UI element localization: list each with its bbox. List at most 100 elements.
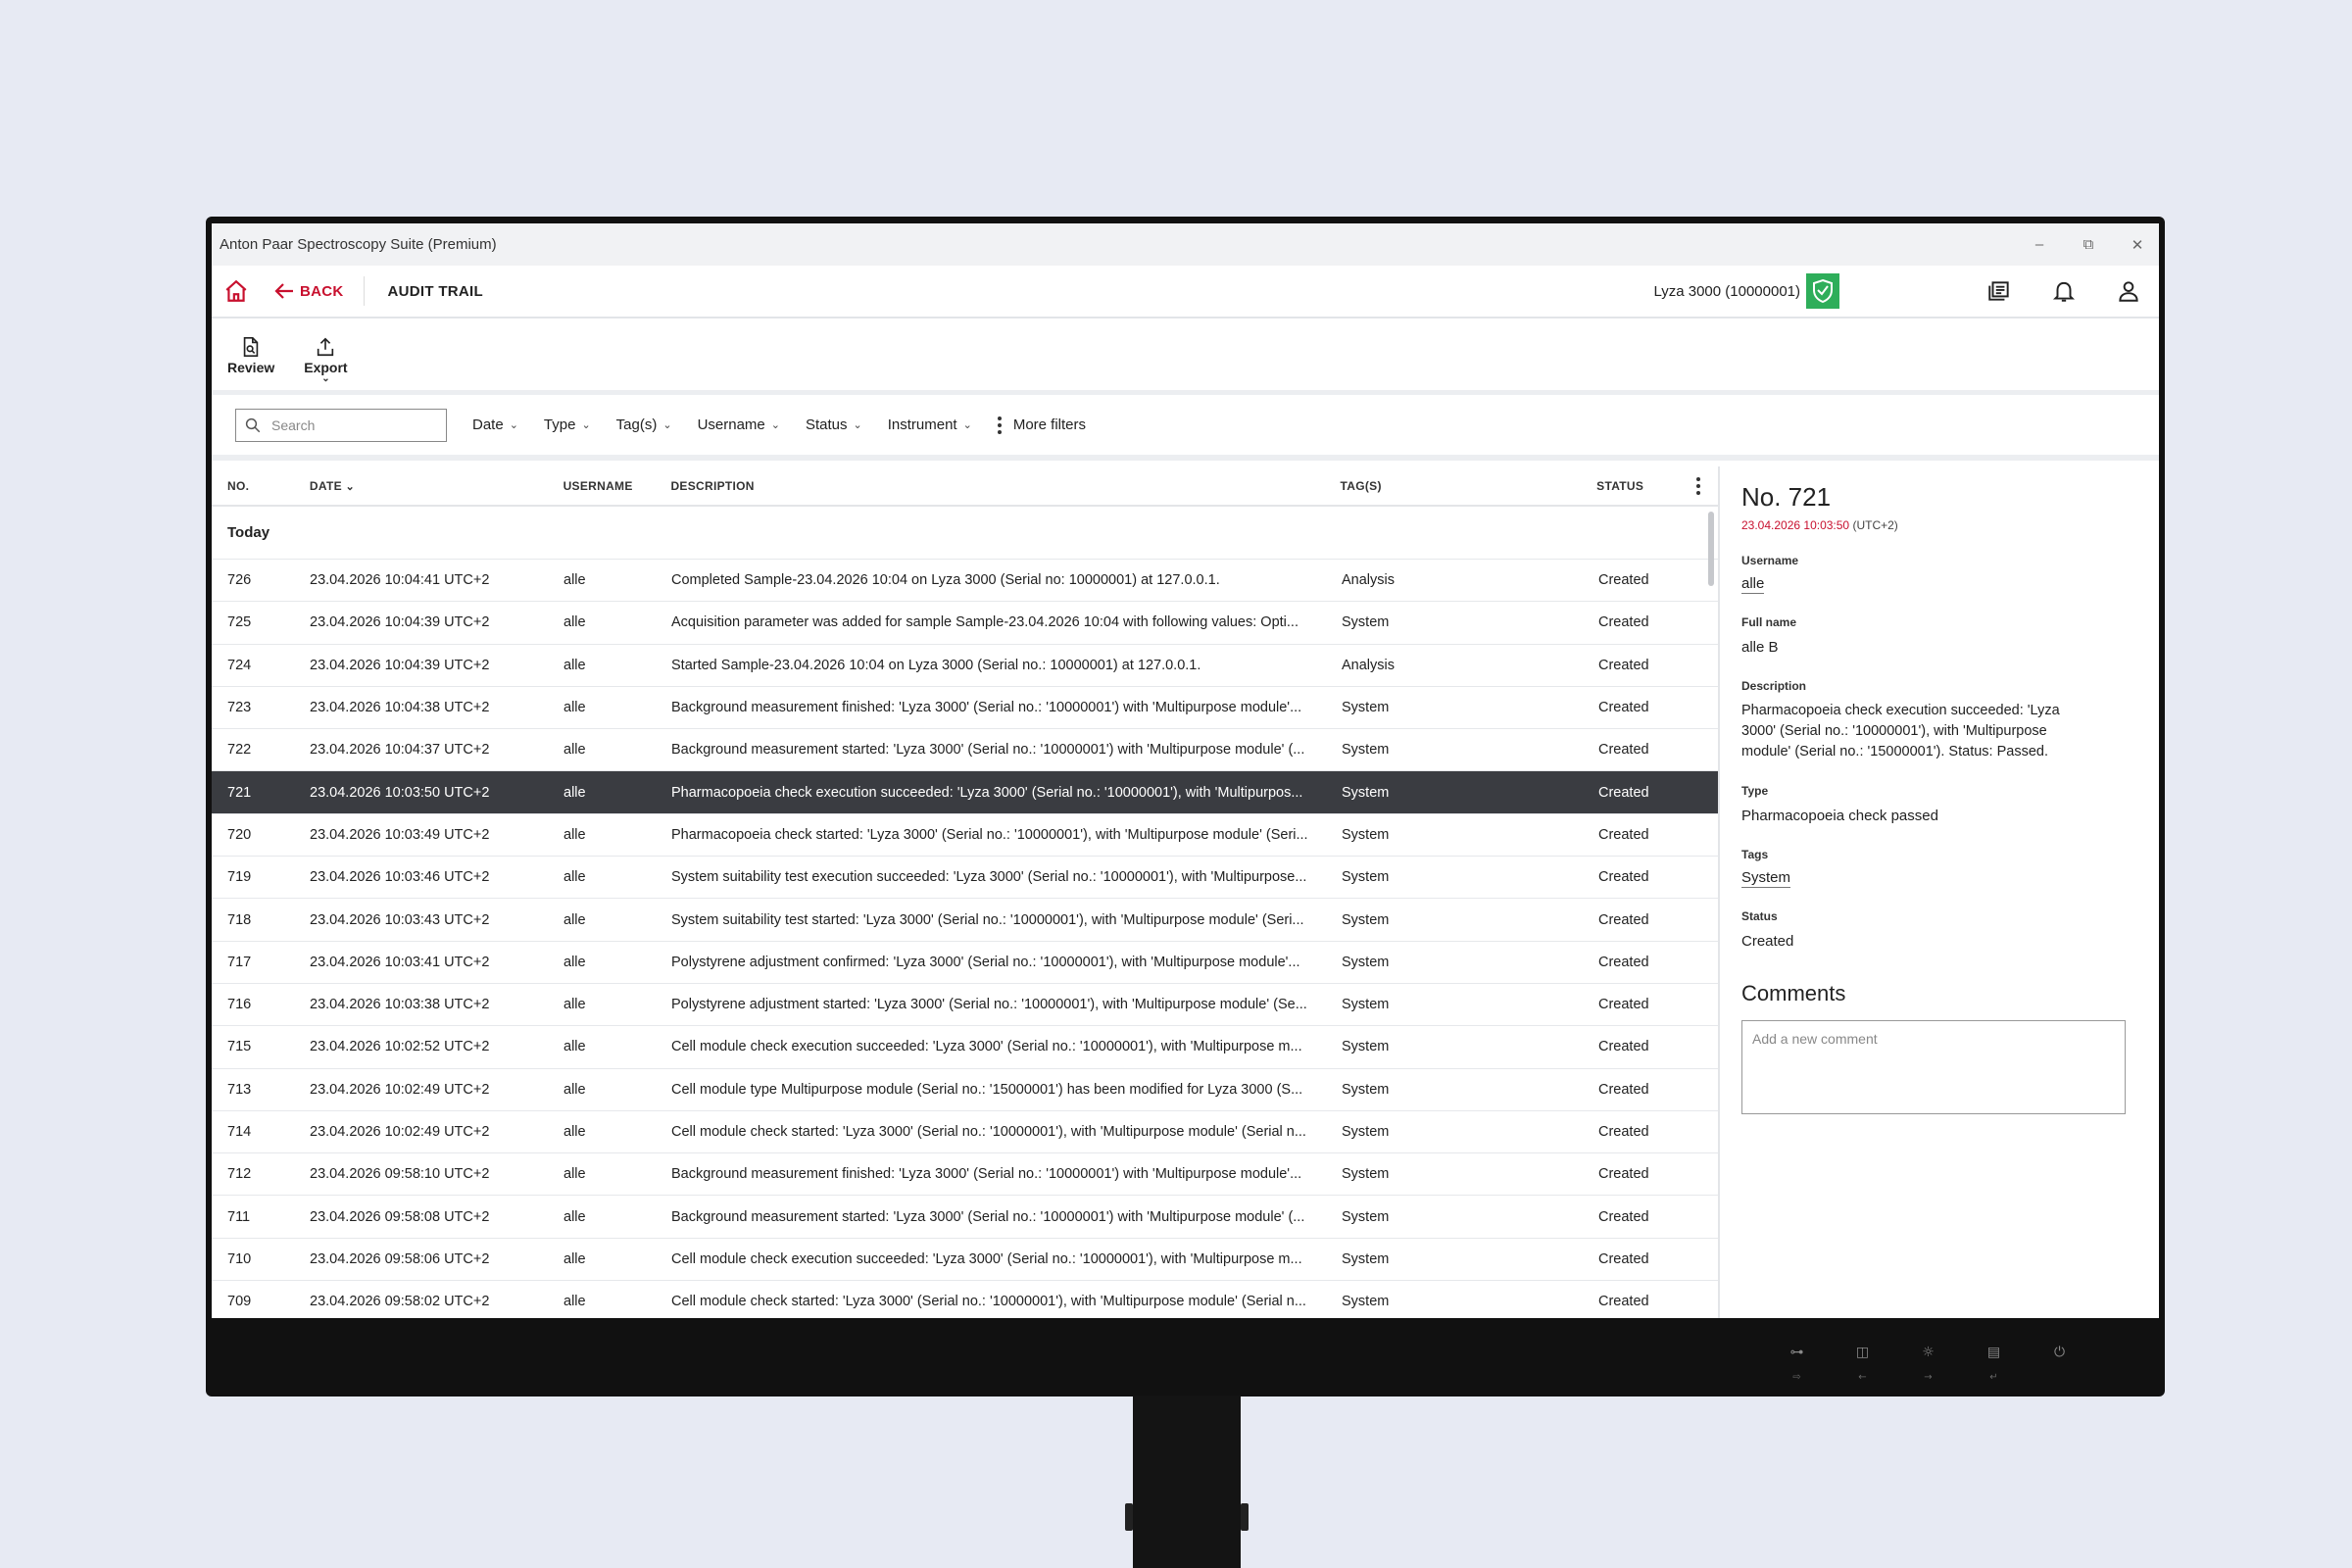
- table-scrollbar[interactable]: [1708, 512, 1714, 586]
- table-row[interactable]: 718 23.04.2026 10:03:43 UTC+2 alle System s…: [212, 899, 1718, 942]
- table-row[interactable]: 710 23.04.2026 09:58:06 UTC+2 alle Cell mod…: [212, 1239, 1718, 1282]
- cell-username: alle: [564, 742, 586, 759]
- monitor-bezel-controls: ⊶ ⇨ ◫ ← ☼ → ▤ ↵ ⏻: [1764, 1345, 2092, 1383]
- cell-status: Created: [1598, 826, 1649, 843]
- type-value: Pharmacopoeia check passed: [1741, 808, 1938, 824]
- cell-tags: System: [1342, 1250, 1390, 1267]
- cell-date: 23.04.2026 09:58:02 UTC+2: [310, 1294, 490, 1310]
- back-button[interactable]: BACK: [274, 282, 344, 300]
- table-row[interactable]: 712 23.04.2026 09:58:10 UTC+2 alle Backgrou…: [212, 1153, 1718, 1197]
- bezel-glyph: ☼: [1922, 1345, 1935, 1360]
- cell-status: Created: [1598, 911, 1649, 928]
- cell-date: 23.04.2026 10:04:37 UTC+2: [310, 742, 490, 759]
- comment-input[interactable]: Add a new comment: [1741, 1020, 2126, 1114]
- filter-instrument[interactable]: Instrument ⌄: [888, 416, 972, 433]
- tags-value[interactable]: System: [1741, 869, 1791, 888]
- filter-tags[interactable]: Tag(s) ⌄: [616, 416, 672, 433]
- search-box[interactable]: Search: [235, 408, 447, 442]
- cell-tags: System: [1342, 1294, 1390, 1310]
- detail-title: No. 721: [1741, 482, 1832, 512]
- description-value: Pharmacopoeia check execution succeeded:…: [1741, 703, 2060, 760]
- input-icon[interactable]: ⊶ ⇨: [1764, 1345, 1830, 1383]
- chevron-down-icon: ⌄: [509, 419, 518, 431]
- column-header-username[interactable]: USERNAME: [548, 479, 656, 493]
- cell-no: 716: [227, 997, 252, 1013]
- detail-panel: No. 721 23.04.2026 10:03:50 (UTC+2) User…: [1720, 466, 2159, 1318]
- filter-label: Tag(s): [615, 416, 658, 433]
- column-header-description[interactable]: DESCRIPTION: [655, 479, 1324, 493]
- column-header-no[interactable]: NO.: [212, 479, 294, 493]
- table-row[interactable]: 713 23.04.2026 10:02:49 UTC+2 alle Cell mod…: [212, 1069, 1718, 1111]
- search-icon: [245, 417, 261, 432]
- cell-date: 23.04.2026 09:58:06 UTC+2: [310, 1250, 490, 1267]
- cell-description: Started Sample-23.04.2026 10:04 on Lyza …: [671, 657, 1201, 673]
- filter-status[interactable]: Status ⌄: [806, 416, 862, 433]
- cell-description: Pharmacopoeia check started: 'Lyza 3000'…: [671, 826, 1308, 843]
- divider: [363, 276, 365, 306]
- power-icon[interactable]: ⏻: [2027, 1345, 2092, 1383]
- cell-username: alle: [564, 1208, 586, 1225]
- table-row[interactable]: 720 23.04.2026 10:03:49 UTC+2 alle Pharmaco…: [212, 814, 1718, 858]
- column-header-status[interactable]: STATUS: [1581, 479, 1679, 493]
- brightness-icon[interactable]: ☼ →: [1895, 1345, 1961, 1383]
- cell-date: 23.04.2026 10:03:43 UTC+2: [310, 911, 490, 928]
- table-row[interactable]: 721 23.04.2026 10:03:50 UTC+2 alle Pharmaco…: [212, 771, 1718, 814]
- column-menu-button[interactable]: [1679, 476, 1718, 495]
- column-header-date[interactable]: DATE ⌄: [294, 479, 548, 493]
- home-icon[interactable]: [223, 278, 249, 304]
- table-row[interactable]: 722 23.04.2026 10:04:37 UTC+2 alle Backgrou…: [212, 729, 1718, 772]
- upload-icon: [318, 337, 334, 357]
- cell-date: 23.04.2026 10:03:41 UTC+2: [310, 954, 490, 970]
- more-filters-button[interactable]: More filters: [997, 416, 1086, 434]
- review-button[interactable]: Review: [227, 336, 274, 375]
- cell-no: 711: [227, 1208, 251, 1225]
- table-row[interactable]: 724 23.04.2026 10:04:39 UTC+2 alle Started …: [212, 645, 1718, 687]
- menu-icon[interactable]: ▤ ↵: [1961, 1345, 2027, 1383]
- cell-username: alle: [564, 1294, 586, 1310]
- minimize-button[interactable]: –: [2030, 236, 2049, 254]
- cell-status: Created: [1598, 784, 1649, 801]
- window-titlebar: Anton Paar Spectroscopy Suite (Premium) …: [212, 223, 2159, 266]
- bezel-sub-glyph: ⇨: [1792, 1372, 1801, 1383]
- close-button[interactable]: ✕: [2128, 236, 2147, 254]
- table-row[interactable]: 714 23.04.2026 10:02:49 UTC+2 alle Cell mod…: [212, 1111, 1718, 1154]
- cell-description: Polystyrene adjustment started: 'Lyza 30…: [671, 997, 1307, 1013]
- cell-description: Pharmacopoeia check execution succeeded:…: [671, 784, 1303, 801]
- table-row[interactable]: 723 23.04.2026 10:04:38 UTC+2 alle Backgrou…: [212, 687, 1718, 730]
- mode-icon[interactable]: ◫ ←: [1830, 1345, 1895, 1383]
- filter-type[interactable]: Type ⌄: [544, 416, 591, 433]
- detail-timezone: (UTC+2): [1852, 518, 1898, 532]
- export-button[interactable]: Export ⌄: [304, 336, 348, 384]
- library-icon[interactable]: [1986, 278, 2012, 304]
- cell-no: 724: [227, 657, 252, 673]
- table-row[interactable]: 716 23.04.2026 10:03:38 UTC+2 alle Polystyr…: [212, 984, 1718, 1027]
- restore-button[interactable]: ⧉: [2079, 236, 2098, 254]
- table-row[interactable]: 711 23.04.2026 09:58:08 UTC+2 alle Backgrou…: [212, 1196, 1718, 1239]
- column-header-tags[interactable]: TAG(S): [1325, 479, 1582, 493]
- cell-tags: System: [1342, 1124, 1390, 1140]
- cell-description: Cell module type Multipurpose module (Se…: [671, 1081, 1303, 1098]
- cell-no: 725: [227, 614, 252, 631]
- cell-description: Cell module check started: 'Lyza 3000' (…: [671, 1294, 1306, 1310]
- cell-date: 23.04.2026 09:58:10 UTC+2: [310, 1166, 490, 1183]
- table-row[interactable]: 709 23.04.2026 09:58:02 UTC+2 alle Cell mod…: [212, 1281, 1718, 1318]
- username-value[interactable]: alle: [1741, 575, 1765, 594]
- username-label: Username: [1741, 554, 1799, 567]
- table-row[interactable]: 717 23.04.2026 10:03:41 UTC+2 alle Polystyr…: [212, 942, 1718, 984]
- filter-username[interactable]: Username ⌄: [698, 416, 780, 433]
- cell-tags: Analysis: [1342, 657, 1395, 673]
- instrument-selector[interactable]: Lyza 3000 (10000001): [1653, 273, 1839, 309]
- table-row[interactable]: 726 23.04.2026 10:04:41 UTC+2 alle Complete…: [212, 560, 1718, 603]
- cell-tags: Analysis: [1342, 572, 1395, 589]
- cell-date: 23.04.2026 10:04:41 UTC+2: [310, 572, 490, 589]
- cell-username: alle: [564, 572, 586, 589]
- instrument-name: Lyza 3000 (10000001): [1653, 282, 1800, 300]
- table-row[interactable]: 719 23.04.2026 10:03:46 UTC+2 alle System s…: [212, 857, 1718, 900]
- search-input[interactable]: Search: [271, 417, 315, 433]
- bell-icon[interactable]: [2051, 278, 2077, 304]
- user-icon[interactable]: [2116, 278, 2141, 304]
- filter-date[interactable]: Date ⌄: [472, 416, 518, 433]
- table-row[interactable]: 715 23.04.2026 10:02:52 UTC+2 alle Cell mod…: [212, 1026, 1718, 1069]
- table-row[interactable]: 725 23.04.2026 10:04:39 UTC+2 alle Acquisit…: [212, 602, 1718, 645]
- cell-description: Background measurement finished: 'Lyza 3…: [671, 1166, 1302, 1183]
